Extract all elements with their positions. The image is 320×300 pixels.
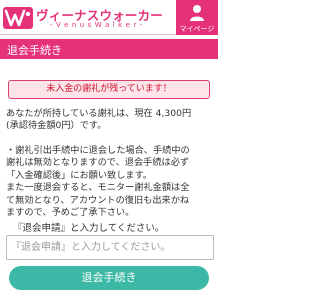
reward-pending-line: (承認待金額0円）です。 xyxy=(6,120,107,132)
notice-line: 「入金確認後」にお願い致します。 xyxy=(6,169,153,181)
page-title: 退会手続き xyxy=(7,44,62,57)
venus-walker-logo-icon[interactable] xyxy=(3,7,33,29)
confirmation-prompt: 『退会申請』と入力してください。 xyxy=(13,223,165,234)
page-title-bar: 退会手続き xyxy=(0,39,218,59)
confirmation-input[interactable] xyxy=(6,235,214,260)
reward-balance-line: あなたが所持している謝礼は、現在 4,300円 xyxy=(6,108,192,119)
site-logo-subtitle: - V e n u s W a l k e r - xyxy=(50,21,143,29)
reward-balance-text: あなたが所持している謝礼は、現在 4,300円 (承認待金額0円）です。 xyxy=(6,108,214,133)
site-header: ヴィーナスウォーカー - V e n u s W a l k e r - マイペ… xyxy=(0,0,218,35)
notice-line: また一度退会すると、モニター謝礼金額は全 xyxy=(6,182,190,194)
unpaid-reward-alert: 未入金の謝礼が残っています！ xyxy=(8,80,210,99)
withdraw-submit-button[interactable]: 退会手続き xyxy=(9,266,209,290)
withdrawal-notice-text: ・謝礼引出手続中に退会した場合、手続中の 謝礼は無効となりますので、退会手続は必… xyxy=(6,145,214,219)
notice-line: て無効となり、アカウントの復旧も出来かね xyxy=(6,194,190,206)
notice-line: ますので、予めご了承下さい。 xyxy=(6,207,135,219)
mypage-button[interactable]: マイページ xyxy=(176,0,218,35)
notice-line: ・謝礼引出手続中に退会した場合、手続中の xyxy=(6,145,190,156)
mypage-label: マイページ xyxy=(179,25,215,33)
notice-line: 謝礼は無効となりますので、退会手続は必ず xyxy=(6,157,190,169)
user-icon xyxy=(190,5,204,21)
